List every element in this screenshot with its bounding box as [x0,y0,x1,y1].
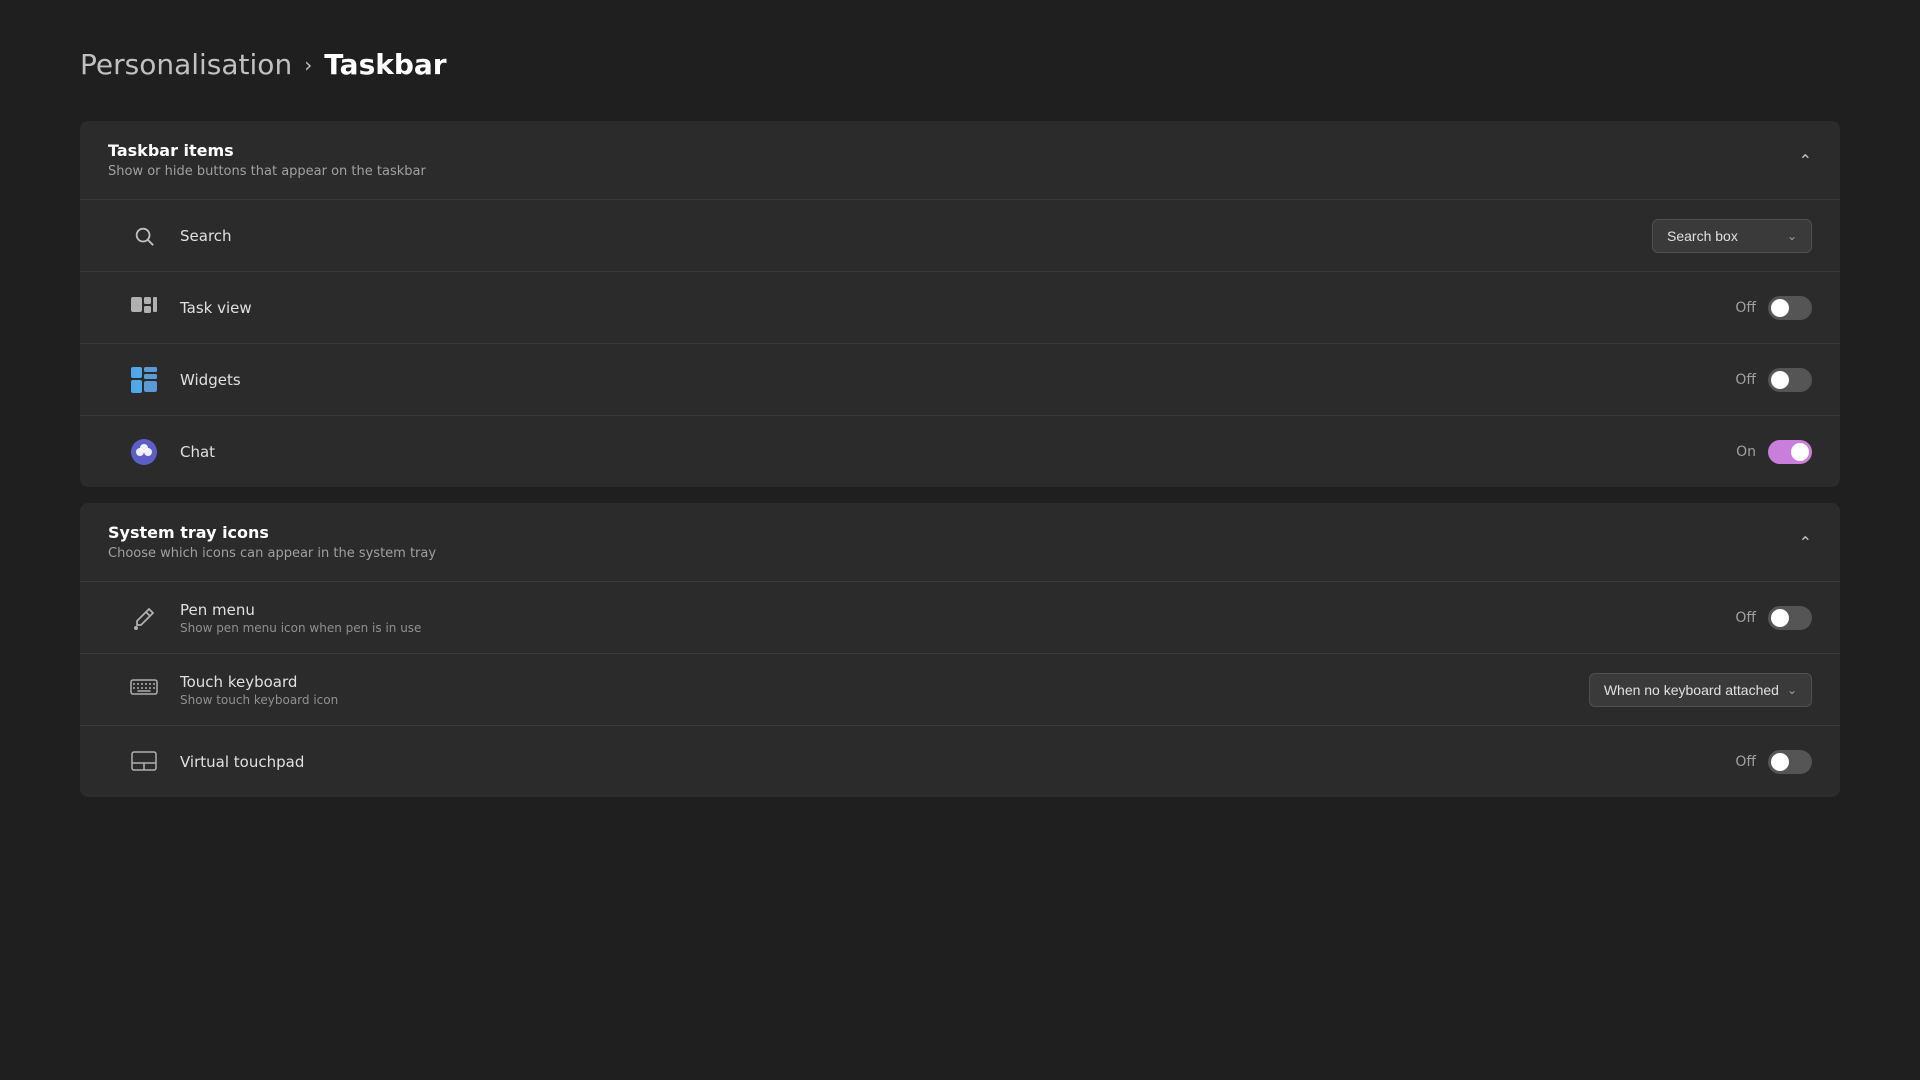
touch-keyboard-setting-row: Touch keyboard Show touch keyboard icon … [80,653,1840,725]
widgets-toggle-thumb [1771,371,1789,389]
touch-keyboard-dropdown-chevron-icon: ⌄ [1787,683,1797,697]
task-view-status: Off [1735,300,1756,316]
chat-toggle-thumb [1791,443,1809,461]
system-tray-section: System tray icons Choose which icons can… [80,503,1840,797]
touch-keyboard-dropdown-value: When no keyboard attached [1604,682,1779,698]
task-view-toggle-thumb [1771,299,1789,317]
virtual-touchpad-status: Off [1735,754,1756,770]
search-dropdown-chevron-icon: ⌄ [1787,229,1797,243]
widgets-setting-row: Widgets Off [80,343,1840,415]
chat-icon [128,436,160,468]
pen-menu-toggle[interactable] [1768,606,1812,630]
taskbar-items-section: Taskbar items Show or hide buttons that … [80,121,1840,487]
task-view-label: Task view [180,299,252,317]
chat-toggle-track [1768,440,1812,464]
pen-menu-label: Pen menu [180,601,421,619]
touch-keyboard-icon [128,674,160,706]
virtual-touchpad-toggle-thumb [1771,753,1789,771]
chat-setting-row: Chat On [80,415,1840,487]
taskbar-items-header[interactable]: Taskbar items Show or hide buttons that … [80,121,1840,199]
pen-menu-status: Off [1735,610,1756,626]
breadcrumb-current: Taskbar [324,48,446,81]
virtual-touchpad-label: Virtual touchpad [180,753,304,771]
touch-keyboard-label: Touch keyboard [180,673,338,691]
pen-menu-icon [128,602,160,634]
pen-menu-setting-row: Pen menu Show pen menu icon when pen is … [80,581,1840,653]
task-view-setting-row: Task view Off [80,271,1840,343]
system-tray-subtitle: Choose which icons can appear in the sys… [108,546,436,561]
widgets-label: Widgets [180,371,241,389]
search-label: Search [180,227,232,245]
task-view-toggle-track [1768,296,1812,320]
chat-label: Chat [180,443,215,461]
system-tray-chevron-icon: ⌃ [1799,533,1812,552]
virtual-touchpad-icon [128,746,160,778]
widgets-toggle[interactable] [1768,368,1812,392]
touch-keyboard-description: Show touch keyboard icon [180,693,338,707]
breadcrumb-separator: › [304,53,312,77]
search-dropdown-value: Search box [1667,228,1738,244]
chat-toggle[interactable] [1768,440,1812,464]
pen-menu-description: Show pen menu icon when pen is in use [180,621,421,635]
chat-status: On [1736,444,1756,460]
pen-menu-toggle-track [1768,606,1812,630]
touch-keyboard-dropdown[interactable]: When no keyboard attached ⌄ [1589,673,1812,707]
taskbar-items-title: Taskbar items [108,141,426,160]
virtual-touchpad-toggle-track [1768,750,1812,774]
widgets-status: Off [1735,372,1756,388]
widgets-icon [128,364,160,396]
breadcrumb-parent[interactable]: Personalisation [80,48,292,81]
virtual-touchpad-toggle[interactable] [1768,750,1812,774]
search-setting-row: Search Search box ⌄ [80,199,1840,271]
taskbar-items-subtitle: Show or hide buttons that appear on the … [108,164,426,179]
system-tray-title: System tray icons [108,523,436,542]
search-dropdown[interactable]: Search box ⌄ [1652,219,1812,253]
pen-menu-toggle-thumb [1771,609,1789,627]
system-tray-header[interactable]: System tray icons Choose which icons can… [80,503,1840,581]
taskbar-items-chevron-icon: ⌃ [1799,151,1812,170]
widgets-toggle-track [1768,368,1812,392]
task-view-toggle[interactable] [1768,296,1812,320]
virtual-touchpad-setting-row: Virtual touchpad Off [80,725,1840,797]
breadcrumb: Personalisation › Taskbar [80,48,1840,81]
task-view-icon [128,292,160,324]
search-icon [128,220,160,252]
